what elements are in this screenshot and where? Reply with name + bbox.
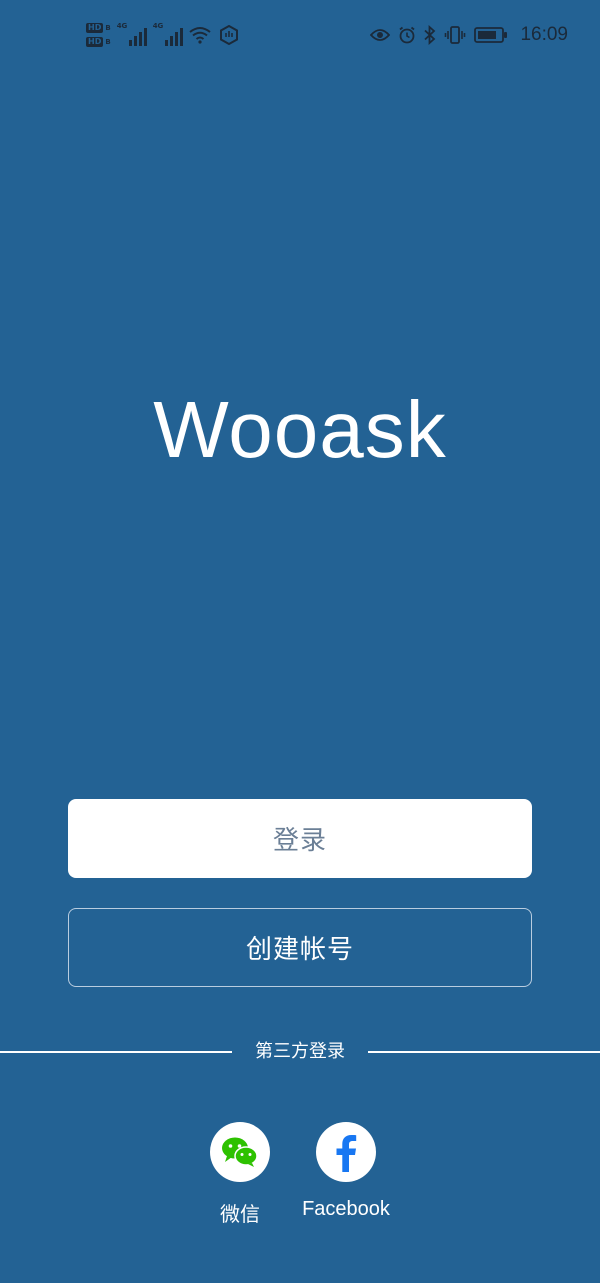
status-bar-left: HD B HD B 4G 4G: [86, 16, 247, 54]
vibrate-icon: [444, 25, 466, 45]
third-party-label: 第三方登录: [255, 1041, 345, 1062]
signal-icon: 4G: [117, 22, 147, 46]
divider-line-right: [368, 1051, 600, 1053]
third-party-divider: 第三方登录: [0, 1038, 600, 1066]
login-button-label: 登录: [272, 826, 327, 856]
signal-icon: 4G: [153, 22, 183, 46]
hd-indicators: HD B HD B: [86, 23, 111, 47]
hd-icon: HD B: [86, 23, 111, 33]
battery-icon: [474, 27, 508, 43]
hd-icon: HD B: [86, 37, 111, 47]
status-bar: HD B HD B 4G 4G 16:09: [0, 0, 600, 70]
eye-icon: [370, 28, 391, 42]
wifi-icon: [189, 26, 211, 44]
app-title: Wooask: [153, 385, 447, 474]
alarm-icon: [398, 26, 416, 44]
facebook-icon[interactable]: [316, 1122, 376, 1182]
create-account-button-label: 创建帐号: [245, 935, 354, 965]
login-button[interactable]: 登录: [68, 799, 532, 878]
wechat-login-button[interactable]: 微信: [180, 1122, 300, 1227]
divider-line-left: [0, 1051, 232, 1053]
status-bar-right: 16:09: [370, 20, 568, 50]
create-account-button[interactable]: 创建帐号: [68, 908, 532, 987]
facebook-login-button[interactable]: Facebook: [286, 1122, 406, 1221]
facebook-label: Facebook: [302, 1198, 390, 1220]
clock: 16:09: [520, 24, 568, 45]
hotspot-icon: [219, 25, 239, 45]
wechat-icon[interactable]: [210, 1122, 270, 1182]
wechat-label: 微信: [220, 1204, 260, 1226]
bluetooth-icon: [424, 25, 436, 45]
